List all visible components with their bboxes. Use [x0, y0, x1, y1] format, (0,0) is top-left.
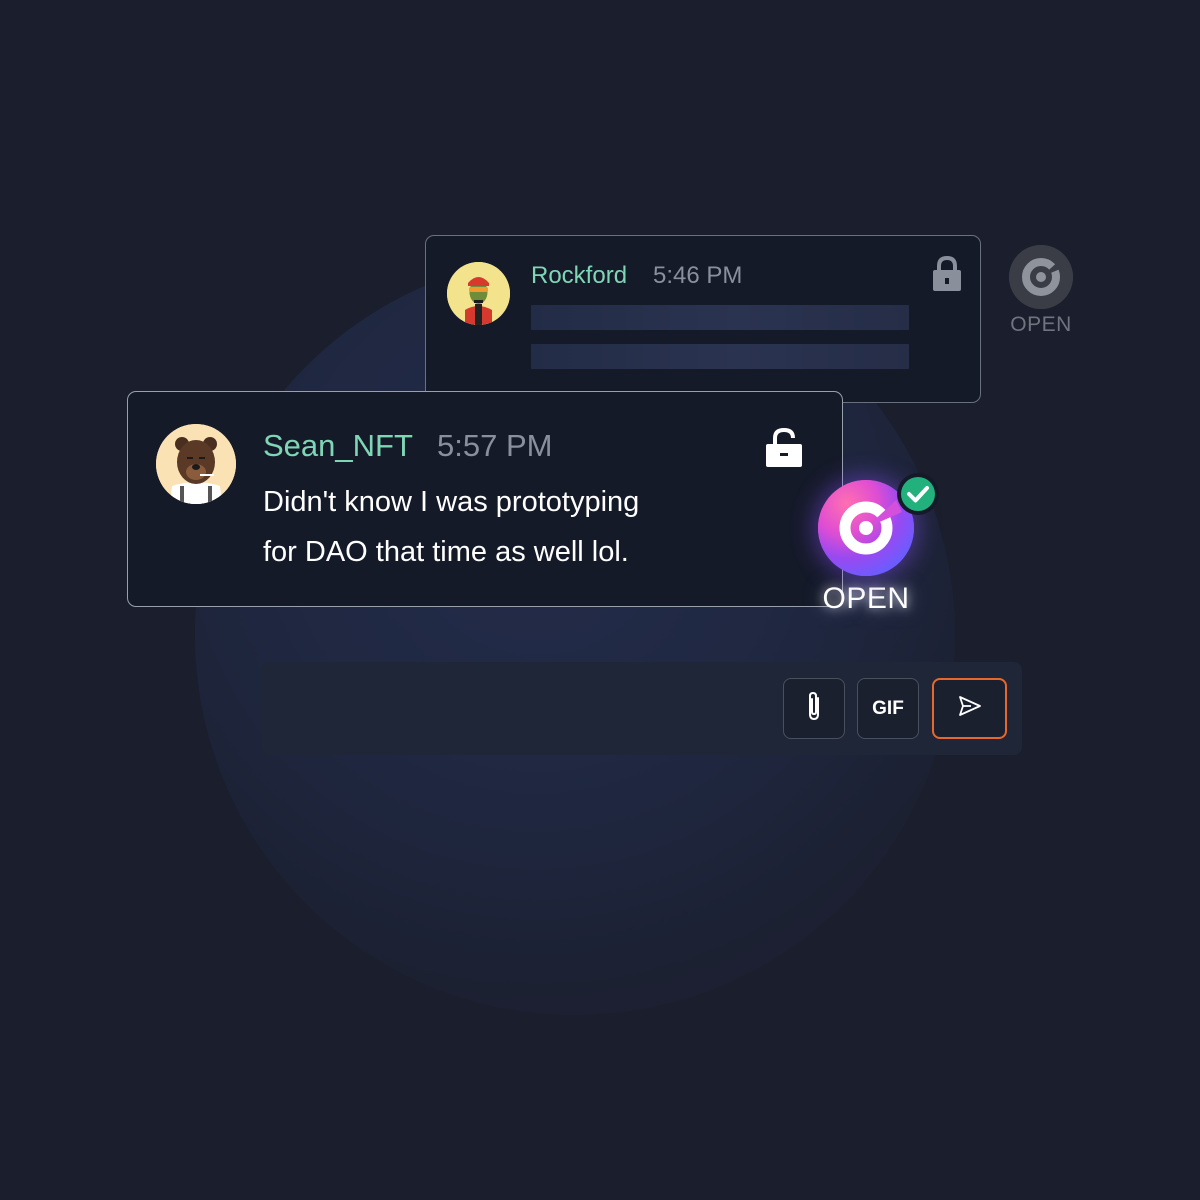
- message-composer[interactable]: GIF: [262, 662, 1022, 755]
- avatar-rockford[interactable]: [447, 262, 510, 325]
- open-logo-icon: [1009, 245, 1073, 309]
- send-icon: [957, 693, 983, 724]
- attach-button[interactable]: [783, 678, 845, 739]
- gif-button[interactable]: GIF: [857, 678, 919, 739]
- timestamp-sean: 5:57 PM: [437, 428, 553, 463]
- open-label: OPEN: [1010, 313, 1072, 336]
- username-sean[interactable]: Sean_NFT: [263, 428, 413, 464]
- send-button[interactable]: [932, 678, 1007, 739]
- open-coin: [818, 473, 939, 576]
- message-line-1: Didn't know I was prototyping: [263, 486, 640, 518]
- lock-icon[interactable]: [929, 254, 965, 294]
- username-rockford[interactable]: Rockford: [531, 262, 627, 290]
- verified-check-icon: [896, 472, 940, 516]
- chat-stage: Rockford 5:46 PM OPEN Sean_NFT 5:57 PM D…: [0, 0, 1200, 1200]
- hidden-message-line: [531, 344, 909, 369]
- message-card-sean[interactable]: Sean_NFT 5:57 PM Didn't know I was proto…: [127, 391, 843, 607]
- message-text: Didn't know I was prototyping for DAO th…: [263, 477, 743, 577]
- message-line-2: for DAO that time as well lol.: [263, 536, 629, 568]
- message-card-rockford[interactable]: Rockford 5:46 PM: [425, 235, 981, 403]
- avatar-sean[interactable]: [156, 424, 236, 504]
- open-badge-active[interactable]: OPEN: [796, 472, 939, 616]
- open-badge-inactive[interactable]: OPEN: [1009, 245, 1073, 337]
- open-label: OPEN: [822, 582, 910, 615]
- hidden-message-line: [531, 305, 909, 330]
- timestamp-rockford: 5:46 PM: [653, 262, 743, 289]
- unlock-icon[interactable]: [764, 427, 804, 469]
- paperclip-icon: [802, 690, 826, 727]
